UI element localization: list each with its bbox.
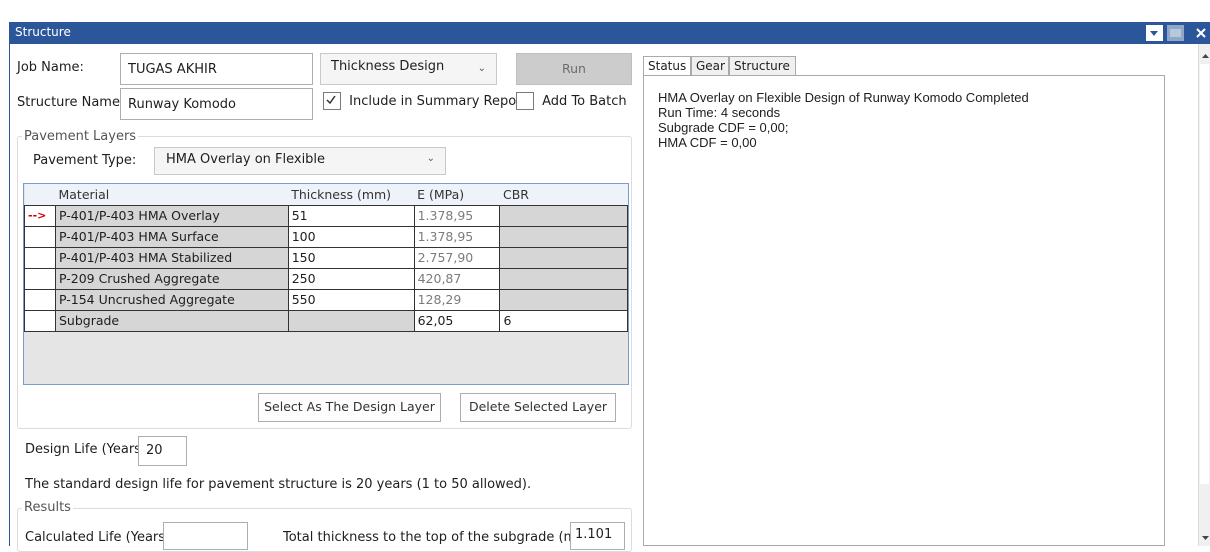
scroll-thumb[interactable]	[1200, 64, 1209, 484]
cell-material[interactable]: P-401/P-403 HMA Stabilized	[54, 246, 289, 269]
batch-checkbox-box[interactable]	[516, 92, 534, 110]
cell-e[interactable]: 420,87	[413, 267, 501, 290]
pavement-type-value: HMA Overlay on Flexible	[166, 152, 326, 167]
status-text: HMA Overlay on Flexible Design of Runway…	[658, 90, 1029, 150]
results-legend: Results	[22, 500, 73, 515]
cell-e[interactable]: 128,29	[413, 288, 501, 311]
table-row[interactable]: --> P-401/P-403 HMA Overlay 51 1.378,95	[24, 204, 628, 227]
job-name-label: Job Name:	[17, 60, 84, 75]
dropdown-arrow-icon	[1150, 31, 1158, 36]
job-name-input[interactable]: TUGAS AKHIR	[120, 53, 313, 85]
layers-header-row: Material Thickness (mm) E (MPa) CBR	[24, 184, 628, 205]
cell-thickness[interactable]: 100	[287, 225, 415, 248]
include-summary-checkbox[interactable]: Include in Summary Report	[323, 92, 527, 110]
tab-status[interactable]: Status	[643, 56, 691, 76]
layers-table: Material Thickness (mm) E (MPa) CBR --> …	[24, 184, 628, 332]
design-type-value: Thickness Design	[331, 59, 445, 74]
table-row[interactable]: Subgrade 62,05 6	[24, 309, 628, 332]
cell-thickness[interactable]: 250	[287, 267, 415, 290]
row-indicator	[24, 225, 56, 248]
calculated-life-label: Calculated Life (Years):	[25, 530, 175, 545]
cell-thickness[interactable]: 550	[287, 288, 415, 311]
chevron-down-icon: ⌄	[477, 63, 486, 74]
select-design-layer-button[interactable]: Select As The Design Layer	[258, 393, 441, 422]
cell-material[interactable]: P-209 Crushed Aggregate	[54, 267, 289, 290]
cell-material[interactable]: Subgrade	[54, 309, 289, 332]
cell-material[interactable]: P-401/P-403 HMA Surface	[54, 225, 289, 248]
cell-material[interactable]: P-401/P-403 HMA Overlay	[54, 204, 289, 227]
cell-cbr[interactable]	[499, 267, 628, 290]
row-indicator	[24, 246, 56, 269]
table-row[interactable]: P-401/P-403 HMA Surface 100 1.378,95	[24, 225, 628, 248]
pin-icon	[1170, 29, 1181, 37]
window-title: Structure	[15, 25, 71, 39]
scroll-down-icon[interactable]	[1200, 532, 1210, 544]
scroll-up-icon[interactable]	[1200, 50, 1210, 62]
layers-grid: Material Thickness (mm) E (MPa) CBR --> …	[23, 183, 629, 385]
table-row[interactable]: P-154 Uncrushed Aggregate 550 128,29	[24, 288, 628, 311]
structure-name-input[interactable]: Runway Komodo	[120, 88, 313, 120]
pavement-type-label: Pavement Type:	[33, 153, 137, 168]
cell-e[interactable]: 1.378,95	[413, 225, 501, 248]
pavement-type-select[interactable]: HMA Overlay on Flexible ⌄	[154, 147, 446, 175]
summary-checkbox-box[interactable]	[323, 92, 341, 110]
design-type-select[interactable]: Thickness Design ⌄	[320, 53, 497, 85]
cell-thickness[interactable]	[287, 309, 415, 332]
cell-cbr[interactable]	[499, 288, 628, 311]
summary-checkbox-label: Include in Summary Report	[349, 93, 527, 109]
tab-gear[interactable]: Gear	[691, 56, 729, 76]
tab-structure[interactable]: Structure	[729, 56, 796, 76]
design-life-input[interactable]: 20	[138, 436, 187, 466]
batch-checkbox-label: Add To Batch	[542, 93, 627, 109]
row-indicator	[24, 267, 56, 290]
close-button[interactable]	[1193, 25, 1210, 41]
checkmark-icon	[326, 95, 336, 105]
chevron-down-icon: ⌄	[426, 153, 435, 164]
close-icon	[1196, 28, 1206, 38]
cell-material[interactable]: P-154 Uncrushed Aggregate	[54, 288, 289, 311]
cell-e[interactable]: 1.378,95	[413, 204, 501, 227]
status-line: HMA Overlay on Flexible Design of Runway…	[658, 90, 1029, 105]
status-panel: HMA Overlay on Flexible Design of Runway…	[643, 75, 1165, 546]
cell-cbr[interactable]	[499, 204, 628, 227]
cell-e[interactable]: 62,05	[413, 309, 501, 332]
table-row[interactable]: P-209 Crushed Aggregate 250 420,87	[24, 267, 628, 290]
row-indicator-arrow: -->	[24, 204, 56, 227]
cell-thickness[interactable]: 51	[287, 204, 415, 227]
total-thickness-label: Total thickness to the top of the subgra…	[283, 530, 599, 545]
window-title-bar: Structure	[9, 22, 1210, 44]
column-header-cbr[interactable]: CBR	[499, 184, 628, 205]
column-header-thickness[interactable]: Thickness (mm)	[288, 184, 415, 205]
status-line: Run Time: 4 seconds	[658, 105, 781, 120]
delete-layer-button[interactable]: Delete Selected Layer	[460, 393, 616, 422]
row-indicator	[24, 309, 56, 332]
cell-e[interactable]: 2.757,90	[413, 246, 501, 269]
pin-button[interactable]	[1167, 25, 1184, 41]
row-header-corner	[24, 184, 56, 205]
add-to-batch-checkbox[interactable]: Add To Batch	[516, 92, 627, 110]
cell-cbr[interactable]: 6	[499, 309, 628, 332]
status-line: Subgrade CDF = 0,00;	[658, 120, 789, 135]
status-line: HMA CDF = 0,00	[658, 135, 757, 150]
design-life-note: The standard design life for pavement st…	[25, 477, 532, 492]
vertical-scrollbar[interactable]	[1198, 44, 1210, 546]
pavement-layers-legend: Pavement Layers	[22, 129, 139, 144]
structure-name-label: Structure Name:	[17, 95, 125, 110]
column-header-material[interactable]: Material	[55, 184, 289, 205]
row-indicator	[24, 288, 56, 311]
cell-cbr[interactable]	[499, 246, 628, 269]
column-header-e[interactable]: E (MPa)	[414, 184, 500, 205]
design-life-label: Design Life (Years):	[25, 442, 151, 457]
window-menu-button[interactable]	[1146, 25, 1163, 41]
cell-thickness[interactable]: 150	[287, 246, 415, 269]
run-button[interactable]: Run	[516, 53, 632, 85]
cell-cbr[interactable]	[499, 225, 628, 248]
table-row[interactable]: P-401/P-403 HMA Stabilized 150 2.757,90	[24, 246, 628, 269]
